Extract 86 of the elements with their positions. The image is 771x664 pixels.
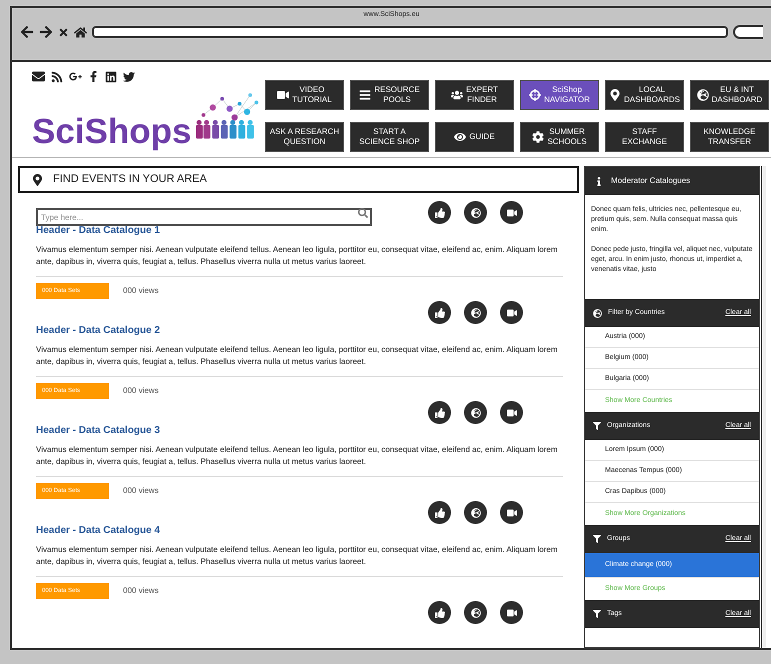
video-icon xyxy=(506,608,516,618)
funnel-icon xyxy=(593,422,601,430)
catalogue-header[interactable]: Header - Data Catalogue 2 xyxy=(36,324,571,338)
info-icon xyxy=(595,176,603,186)
twitter-icon[interactable] xyxy=(123,70,135,82)
nav-button[interactable]: EU & INT DASHBOARD xyxy=(690,80,769,110)
views-count: 000 views xyxy=(123,385,159,397)
globe-icon xyxy=(470,608,480,618)
video-icon xyxy=(506,508,516,518)
nav-button[interactable]: KNOWLEDGE TRANSFER xyxy=(690,122,769,152)
sidebar-header: Moderator Catalogues xyxy=(585,167,759,195)
address-bar[interactable] xyxy=(92,26,728,38)
views-count: 000 views xyxy=(123,585,159,597)
pin-icon xyxy=(32,174,43,186)
nav-button[interactable]: SUMMER SCHOOLS xyxy=(520,122,599,152)
video-icon xyxy=(277,89,290,101)
mail-icon[interactable] xyxy=(32,70,45,83)
video-button[interactable] xyxy=(500,401,523,424)
globe-button[interactable] xyxy=(464,301,487,324)
scrollbar[interactable] xyxy=(761,166,766,648)
close-icon[interactable] xyxy=(58,26,69,38)
nav-button[interactable]: LOCAL DASHBOARDS xyxy=(605,80,684,110)
rss-icon[interactable] xyxy=(51,70,63,82)
gear-icon xyxy=(532,130,544,142)
facebook-icon[interactable] xyxy=(88,71,99,82)
logo-text: SciShops xyxy=(32,114,192,149)
thumbs-up-icon xyxy=(434,308,444,318)
globe-button[interactable] xyxy=(464,601,487,624)
views-count: 000 views xyxy=(123,485,159,497)
people-icon xyxy=(451,89,464,101)
nav-button[interactable]: SciShop NAVIGATOR xyxy=(520,80,599,110)
video-icon xyxy=(506,408,516,418)
catalogue-header[interactable]: Header - Data Catalogue 3 xyxy=(36,424,571,438)
thumbs-up-button[interactable] xyxy=(428,501,451,524)
catalogue-description: Vivamus elementum semper nisi. Aenean vulputate eleifend tellus. Aenean leo ligula, porttitor eu, consequat vitae, eleifend ac, enim. Aliquam lorem ante, dapibus in, viverra quis, feugiat a, tellus. Phasellus viverra nulla ut metus varius laoreet. xyxy=(36,244,558,268)
thumbs-up-button[interactable] xyxy=(428,301,451,324)
nav-button[interactable]: START A SCIENCE SHOP xyxy=(350,122,429,152)
globe-icon xyxy=(593,308,602,318)
thumbs-up-button[interactable] xyxy=(428,201,451,224)
video-icon xyxy=(506,208,516,218)
video-button[interactable] xyxy=(500,501,523,524)
catalogue-description: Vivamus elementum semper nisi. Aenean vulputate eleifend tellus. Aenean leo ligula, porttitor eu, consequat vitae, eleifend ac, enim. Aliquam lorem ante, dapibus in, viverra quis, feugiat a, tellus. Phasellus viverra nulla ut metus varius laoreet. xyxy=(36,344,558,368)
funnel-icon xyxy=(593,535,601,543)
video-button[interactable] xyxy=(500,201,523,224)
globe-button[interactable] xyxy=(464,201,487,224)
globe-button[interactable] xyxy=(464,401,487,424)
catalogue-header[interactable]: Header - Data Catalogue 1 xyxy=(36,224,571,238)
nav-button[interactable]: STAFF EXCHANGE xyxy=(605,122,684,152)
thumbs-up-icon xyxy=(434,408,444,418)
video-button[interactable] xyxy=(500,601,523,624)
video-button[interactable] xyxy=(500,301,523,324)
find-events-bar[interactable]: FIND EVENTS IN YOUR AREA xyxy=(18,166,579,193)
funnel-icon xyxy=(593,610,601,618)
nav-button[interactable]: ASK A RESEARCH QUESTION xyxy=(265,122,344,152)
forward-icon[interactable] xyxy=(39,25,53,39)
thumbs-up-icon xyxy=(434,508,444,518)
views-count: 000 views xyxy=(123,285,159,297)
nav-button[interactable]: GUIDE xyxy=(435,122,514,152)
target-icon xyxy=(529,89,542,101)
thumbs-up-icon xyxy=(434,608,444,618)
globe-icon xyxy=(470,508,480,518)
google-plus-icon[interactable] xyxy=(69,70,82,83)
thumbs-up-button[interactable] xyxy=(428,401,451,424)
nav-button[interactable]: RESOURCE POOLS xyxy=(350,80,429,110)
linkedin-icon[interactable] xyxy=(105,70,117,82)
search-icon[interactable] xyxy=(358,208,368,218)
eye-icon xyxy=(454,130,466,142)
globe-icon xyxy=(470,308,480,318)
list-icon xyxy=(359,89,372,101)
thumbs-up-icon xyxy=(434,208,444,218)
home-icon[interactable] xyxy=(74,26,87,38)
nav-button[interactable]: VIDEO TUTORIAL xyxy=(265,80,344,110)
globe-icon xyxy=(470,408,480,418)
globe-icon xyxy=(696,89,709,101)
video-icon xyxy=(506,308,516,318)
browser-search-field[interactable] xyxy=(733,25,763,39)
pin-icon xyxy=(609,89,621,101)
thumbs-up-button[interactable] xyxy=(428,601,451,624)
search-field[interactable]: Type here... xyxy=(36,208,372,226)
catalogue-header[interactable]: Header - Data Catalogue 4 xyxy=(36,524,571,538)
catalogue-description: Vivamus elementum semper nisi. Aenean vulputate eleifend tellus. Aenean leo ligula, porttitor eu, consequat vitae, eleifend ac, enim. Aliquam lorem ante, dapibus in, viverra quis, feugiat a, tellus. Phasellus viverra nulla ut metus varius laoreet. xyxy=(36,444,558,468)
globe-button[interactable] xyxy=(464,501,487,524)
catalogue-description: Vivamus elementum semper nisi. Aenean vulputate eleifend tellus. Aenean leo ligula, porttitor eu, consequat vitae, eleifend ac, enim. Aliquam lorem ante, dapibus in, viverra quis, feugiat a, tellus. Phasellus viverra nulla ut metus varius laoreet. xyxy=(36,544,558,568)
back-icon[interactable] xyxy=(20,25,34,39)
nav-button[interactable]: EXPERT FINDER xyxy=(435,80,514,110)
globe-icon xyxy=(470,208,480,218)
